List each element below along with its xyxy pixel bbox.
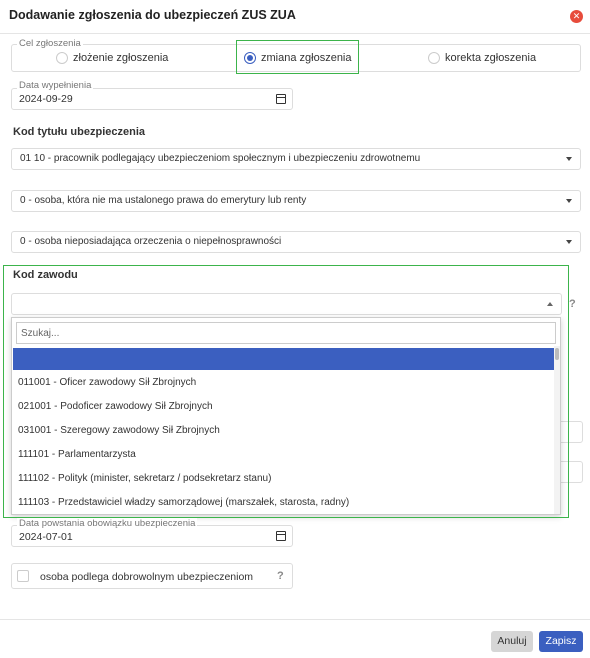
calendar-icon[interactable] [276,94,286,104]
highlight-frame-radio [236,40,359,74]
chevron-down-icon [566,240,572,244]
help-icon[interactable]: ? [277,570,284,582]
niepelnosprawnosc-select[interactable]: 0 - osoba nieposiadająca orzeczenia o ni… [11,231,581,253]
niepelnosprawnosc-select-value: 0 - osoba nieposiadająca orzeczenia o ni… [20,236,282,247]
data-powstania-legend: Data powstania obowiązku ubezpieczenia [17,518,198,529]
data-powstania-value: 2024-07-01 [19,531,73,543]
kod-tytulu-select[interactable]: 01 10 - pracownik podlegający ubezpiecze… [11,148,581,170]
data-wypelnienia-legend: Data wypełnienia [17,80,94,91]
help-icon[interactable]: ? [569,298,576,310]
highlight-frame-kod-zawodu [3,265,569,518]
dobrowolne-label: osoba podlega dobrowolnym ubezpieczeniom [40,571,254,583]
cel-zgloszenia-legend: Cel zgłoszenia [17,38,83,49]
dobrowolne-checkbox[interactable] [17,570,29,582]
chevron-down-icon [566,157,572,161]
save-button[interactable]: Zapisz [539,631,583,652]
modal-header: Dodawanie zgłoszenia do ubezpieczeń ZUS … [0,0,590,34]
radio-zlozenie-circle[interactable] [56,52,68,64]
radio-zlozenie-label: złożenie zgłoszenia [73,52,169,64]
radio-zlozenie[interactable]: złożenie zgłoszenia [56,52,168,64]
modal-title: Dodawanie zgłoszenia do ubezpieczeń ZUS … [9,8,296,22]
calendar-icon[interactable] [276,531,286,541]
radio-korekta-circle[interactable] [428,52,440,64]
radio-korekta-label: korekta zgłoszenia [445,52,537,64]
cancel-button[interactable]: Anuluj [491,631,533,652]
footer-divider [0,619,590,620]
radio-korekta[interactable]: korekta zgłoszenia [428,52,536,64]
data-wypelnienia-value: 2024-09-29 [19,93,73,105]
close-icon[interactable]: ✕ [570,10,583,23]
chevron-down-icon [566,199,572,203]
kod-tytulu-select-value: 01 10 - pracownik podlegający ubezpiecze… [20,153,421,164]
prawo-emerytury-select[interactable]: 0 - osoba, która nie ma ustalonego prawa… [11,190,581,212]
prawo-emerytury-select-value: 0 - osoba, która nie ma ustalonego prawa… [20,195,307,206]
kod-tytulu-title: Kod tytułu ubezpieczenia [13,126,146,138]
